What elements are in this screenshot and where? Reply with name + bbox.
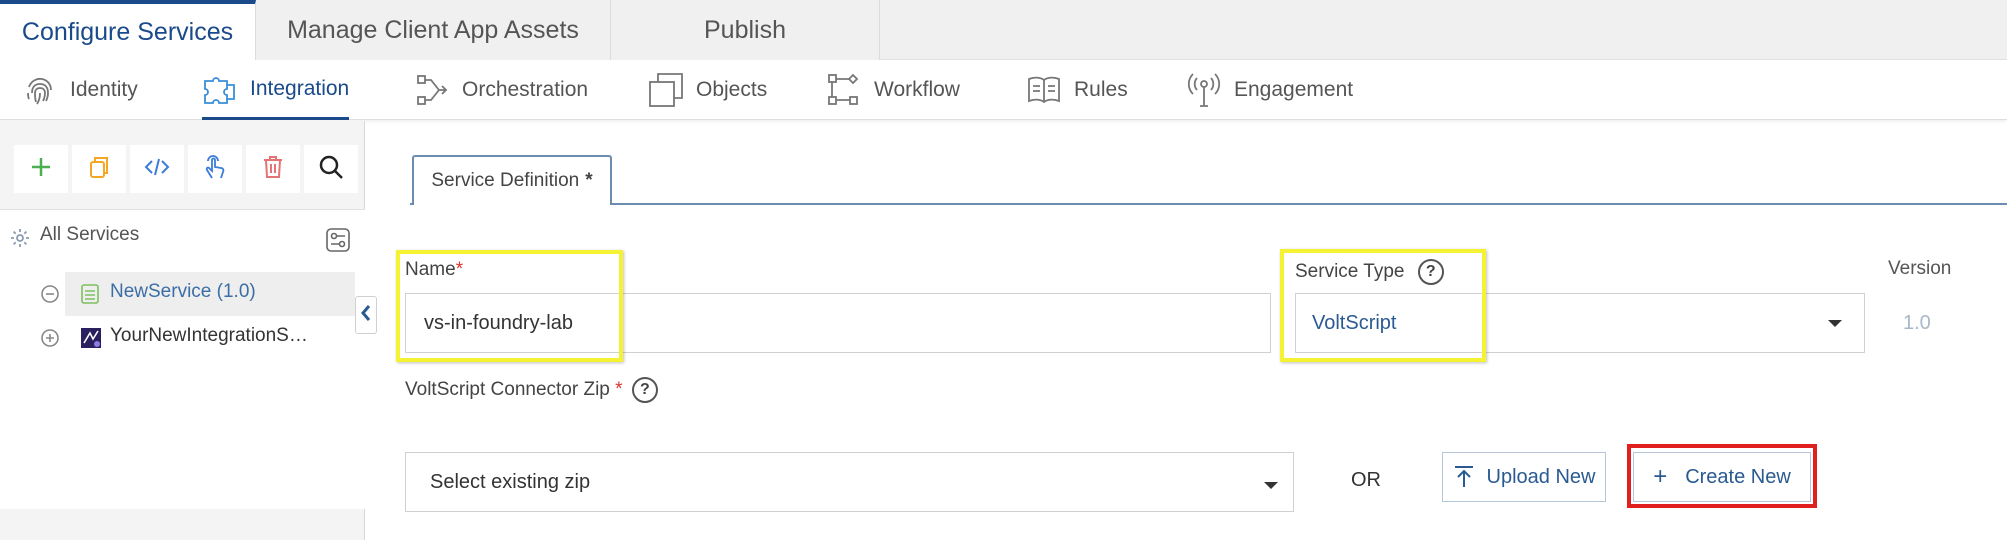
collapse-sidebar-button[interactable] (355, 296, 377, 334)
delete-button[interactable] (246, 145, 300, 193)
book-icon (1026, 72, 1062, 108)
tab-label: Configure Services (21, 18, 234, 46)
services-tree: All Services NewService (1.0) YourNewInt… (0, 209, 365, 509)
required-marker: * (615, 379, 623, 401)
hand-touch-icon (202, 154, 228, 185)
service-icon (80, 283, 100, 311)
nav-identity[interactable]: Identity (22, 60, 138, 120)
tab-label: Service Definition (431, 170, 580, 191)
tree-item-yournewintegration[interactable]: YourNewIntegrationS… (0, 316, 355, 360)
top-tab-bar: Configure Services Manage Client App Ass… (0, 0, 2007, 61)
add-button[interactable] (14, 145, 68, 193)
help-icon[interactable]: ? (631, 377, 658, 403)
nav-integration[interactable]: Integration (202, 60, 350, 120)
version-label: Version (1888, 258, 1952, 279)
caret-down-icon (1828, 320, 1842, 327)
trash-icon (262, 155, 284, 184)
expand-icon[interactable] (40, 328, 60, 354)
tab-service-definition[interactable]: Service Definition * (412, 155, 612, 205)
objects-icon (648, 72, 684, 108)
collapse-icon[interactable] (40, 284, 60, 310)
code-icon (144, 157, 170, 182)
chevron-left-icon (360, 304, 372, 327)
nav-label: Orchestration (462, 78, 589, 101)
voltscript-service-icon (80, 327, 102, 355)
nav-orchestration[interactable]: Orchestration (414, 60, 588, 120)
nav-label: Identity (70, 78, 138, 101)
workflow-icon (826, 72, 862, 108)
search-button[interactable] (304, 145, 358, 193)
nav-label: Engagement (1234, 78, 1354, 101)
tab-underline (410, 203, 2007, 205)
connector-zip-label: VoltScript Connector Zip * ? (405, 377, 658, 403)
copy-button[interactable] (72, 145, 126, 193)
broadcast-icon (1186, 72, 1222, 108)
puzzle-icon (202, 71, 238, 107)
filter-settings-icon[interactable] (326, 228, 350, 257)
nav-label: Rules (1074, 78, 1128, 101)
upload-new-label: Upload New (1486, 465, 1596, 488)
plus-icon (30, 156, 52, 183)
caret-down-icon (1264, 482, 1278, 489)
all-services-label: All Services (40, 224, 140, 245)
copy-icon (87, 155, 111, 184)
nav-engagement[interactable]: Engagement (1186, 60, 1353, 120)
nav-label: Workflow (874, 78, 960, 101)
nav-label: Integration (250, 76, 350, 100)
services-sidebar: All Services NewService (1.0) YourNewInt… (0, 121, 365, 540)
search-icon (318, 154, 344, 185)
tab-label: Publish (704, 15, 786, 44)
touch-button[interactable] (188, 145, 242, 193)
tab-configure-services[interactable]: Configure Services (0, 0, 256, 61)
upload-icon (1453, 465, 1475, 489)
nav-workflow[interactable]: Workflow (826, 60, 960, 120)
tree-item-newservice[interactable]: NewService (1.0) (0, 272, 355, 316)
zip-select-value: Select existing zip (430, 470, 591, 493)
unsaved-marker: * (585, 170, 593, 191)
or-label: OR (1351, 469, 1381, 491)
tab-manage-client-app-assets[interactable]: Manage Client App Assets (256, 0, 611, 60)
tab-publish[interactable]: Publish (611, 0, 880, 60)
nav-objects[interactable]: Objects (648, 60, 767, 120)
highlight-create-new (1627, 444, 1817, 508)
flow-icon (414, 72, 450, 108)
nav-rules[interactable]: Rules (1026, 60, 1128, 120)
tree-item-label: NewService (1.0) (110, 281, 256, 302)
highlight-name (396, 250, 623, 362)
nav-label: Objects (696, 78, 768, 101)
zip-select[interactable]: Select existing zip (405, 452, 1294, 512)
tab-label: Manage Client App Assets (287, 15, 579, 44)
service-nav: Identity Integration Orchestration Objec… (0, 60, 2007, 120)
highlight-service-type (1280, 249, 1486, 362)
connector-zip-label-text: VoltScript Connector Zip (405, 379, 610, 401)
fingerprint-icon (22, 72, 58, 108)
version-value: 1.0 (1903, 312, 1931, 334)
settings-gear-icon (10, 228, 30, 253)
code-button[interactable] (130, 145, 184, 193)
upload-new-button[interactable]: Upload New (1442, 452, 1606, 502)
tree-item-label: YourNewIntegrationS… (110, 325, 308, 346)
